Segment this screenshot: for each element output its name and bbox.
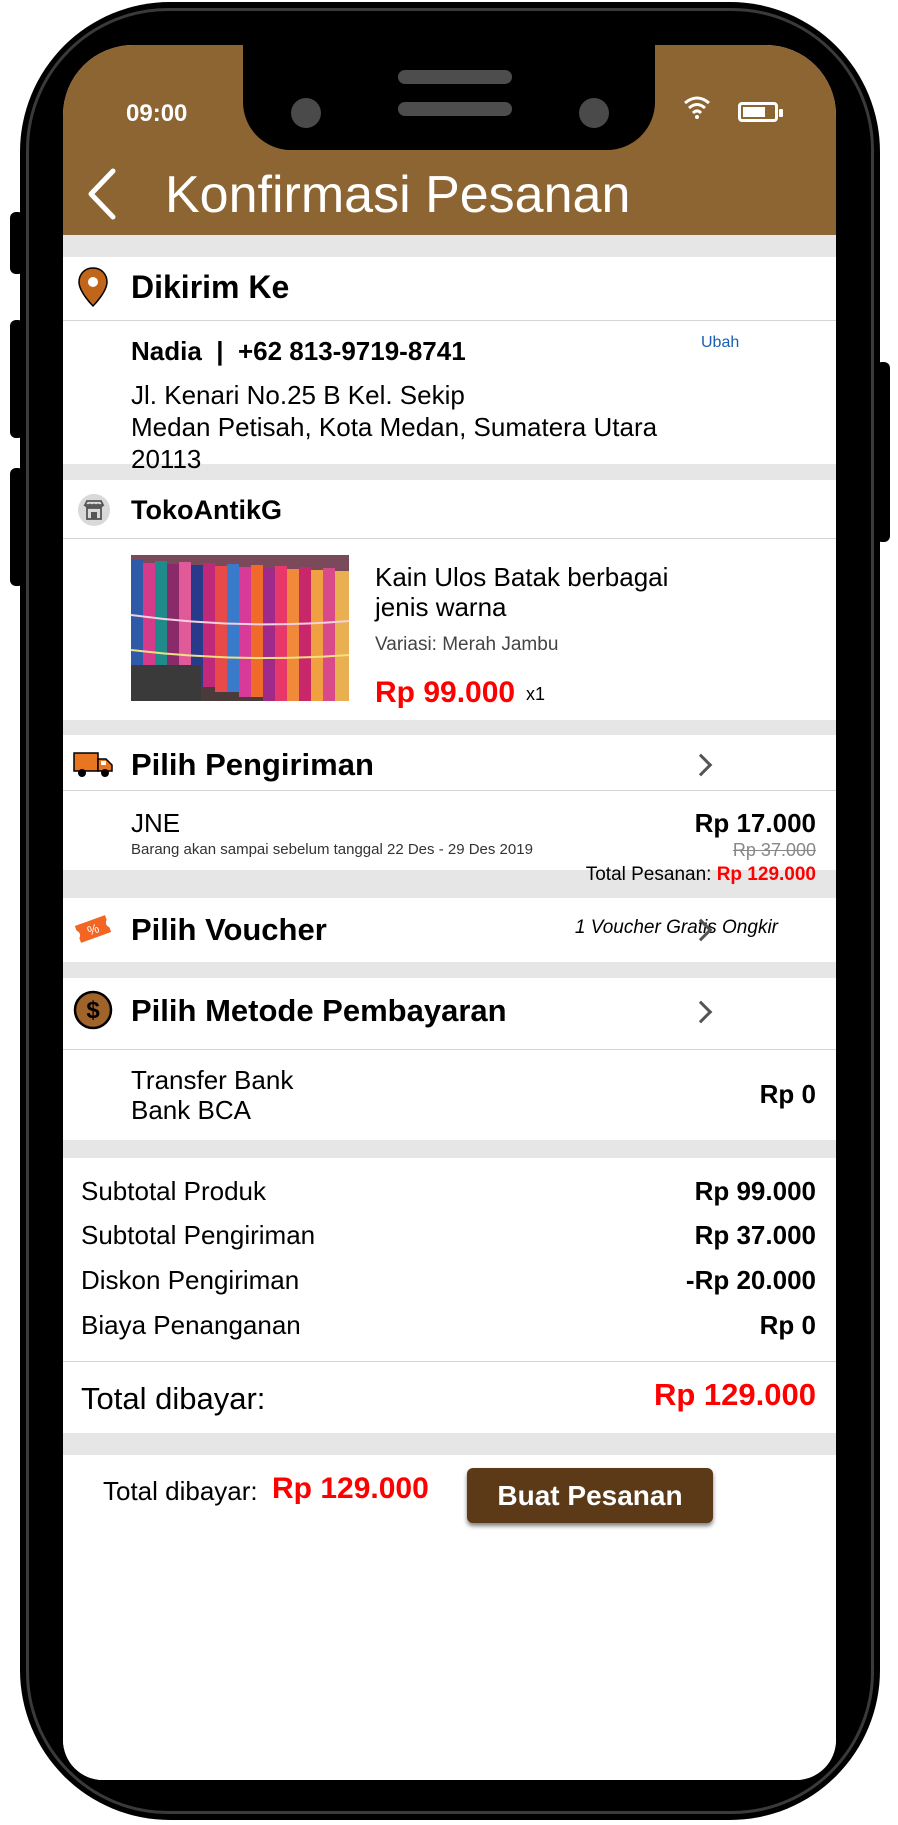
voucher-applied: 1 Voucher Gratis Ongkir: [574, 917, 778, 938]
address-line-3: 20113: [131, 444, 202, 474]
voucher-card[interactable]: % Pilih Voucher 1 Voucher Gratis Ongkir: [63, 898, 836, 962]
location-pin-icon: [78, 267, 108, 307]
summary-value-subtotal-shipping: Rp 37.000: [694, 1220, 816, 1250]
divider: [63, 320, 836, 321]
store-card: TokoAntikG Kain Ulos Batak berbagai jeni…: [63, 480, 836, 720]
summary-label-shipping-discount: Diskon Pengiriman: [81, 1265, 300, 1295]
divider: [63, 538, 836, 539]
chevron-right-icon: [689, 1000, 713, 1024]
page-title: Konfirmasi Pesanan: [165, 166, 631, 224]
wifi-icon: [684, 96, 710, 119]
summary-total-value: Rp 129.000: [654, 1377, 816, 1412]
product-price: Rp 99.000: [375, 676, 516, 709]
shipping-price: Rp 17.000: [694, 808, 816, 838]
payment-summary-card: Subtotal Produk Rp 99.000 Subtotal Pengi…: [63, 1158, 836, 1433]
divider: [63, 1049, 836, 1050]
payment-method-line-2: Bank BCA: [131, 1095, 251, 1125]
face-sensor: [579, 98, 609, 128]
summary-label-handling-fee: Biaya Penanganan: [81, 1310, 301, 1340]
payment-method-card[interactable]: $ Pilih Metode Pembayaran Transfer Bank …: [63, 978, 836, 1140]
chevron-right-icon: [689, 753, 713, 777]
product-name-line-2: jenis warna: [375, 592, 507, 622]
speaker: [398, 70, 512, 84]
shipping-address-heading: Dikirim Ke: [131, 269, 290, 305]
screen: 09:00 Konfirmasi Pesanan Dikirim Ke Nadi…: [63, 45, 836, 1780]
back-icon[interactable]: [85, 167, 119, 221]
store-icon: [78, 494, 110, 526]
voucher-heading: Pilih Voucher: [131, 912, 327, 947]
volume-up-button: [10, 320, 24, 438]
shipping-option-card[interactable]: Pilih Pengiriman JNE Barang akan sampai …: [63, 735, 836, 870]
divider: [63, 790, 836, 791]
store-name[interactable]: TokoAntikG: [131, 495, 282, 526]
sensor: [398, 102, 512, 116]
shipping-option-heading: Pilih Pengiriman: [131, 747, 374, 782]
footer-total-value: Rp 129.000: [272, 1472, 429, 1505]
truck-icon: [73, 752, 113, 777]
summary-value-shipping-discount: -Rp 20.000: [685, 1265, 816, 1295]
mute-switch: [10, 212, 24, 274]
payment-method-line-1: Transfer Bank: [131, 1065, 294, 1095]
divider: [63, 1361, 836, 1362]
summary-value-handling-fee: Rp 0: [759, 1310, 816, 1340]
product-image: [131, 555, 349, 701]
battery-icon: [738, 102, 783, 122]
order-total-value: Rp 129.000: [716, 864, 816, 885]
front-camera: [291, 98, 321, 128]
product-name-line-1: Kain Ulos Batak berbagai: [375, 562, 669, 592]
place-order-button[interactable]: Buat Pesanan: [467, 1468, 713, 1523]
address-line-1: Jl. Kenari No.25 B Kel. Sekip: [131, 380, 465, 410]
product-quantity: x1: [526, 684, 546, 704]
footer-total-label: Total dibayar:: [103, 1476, 258, 1506]
summary-label-subtotal-shipping: Subtotal Pengiriman: [81, 1220, 316, 1250]
address-line-2: Medan Petisah, Kota Medan, Sumatera Utar…: [131, 412, 658, 442]
payment-fee: Rp 0: [759, 1079, 816, 1109]
summary-label-subtotal-product: Subtotal Produk: [81, 1176, 267, 1206]
edit-address-link[interactable]: Ubah: [701, 334, 739, 352]
recipient-contact: Nadia | +62 813-9719-8741: [131, 336, 466, 366]
voucher-icon: %: [74, 915, 112, 943]
order-total: Total Pesanan: Rp 129.000: [586, 864, 816, 886]
courier-name: JNE: [131, 808, 181, 838]
delivery-eta: Barang akan sampai sebelum tanggal 22 De…: [131, 841, 533, 858]
volume-down-button: [10, 468, 24, 586]
status-time: 09:00: [126, 100, 188, 127]
order-total-label: Total Pesanan:: [585, 864, 717, 885]
summary-total-label: Total dibayar:: [81, 1381, 266, 1416]
notch: [243, 45, 655, 150]
app-header: 09:00 Konfirmasi Pesanan: [63, 45, 836, 235]
dollar-coin-icon: $: [73, 990, 113, 1030]
shipping-address-card: Dikirim Ke Nadia | +62 813-9719-8741 Uba…: [63, 257, 836, 474]
summary-value-subtotal-product: Rp 99.000: [694, 1176, 816, 1206]
shipping-original-price: Rp 37.000: [732, 840, 816, 860]
svg-text:$: $: [86, 997, 100, 1024]
power-button: [876, 362, 890, 542]
payment-method-heading: Pilih Metode Pembayaran: [131, 993, 507, 1028]
product-variation: Variasi: Merah Jambu: [375, 634, 559, 655]
